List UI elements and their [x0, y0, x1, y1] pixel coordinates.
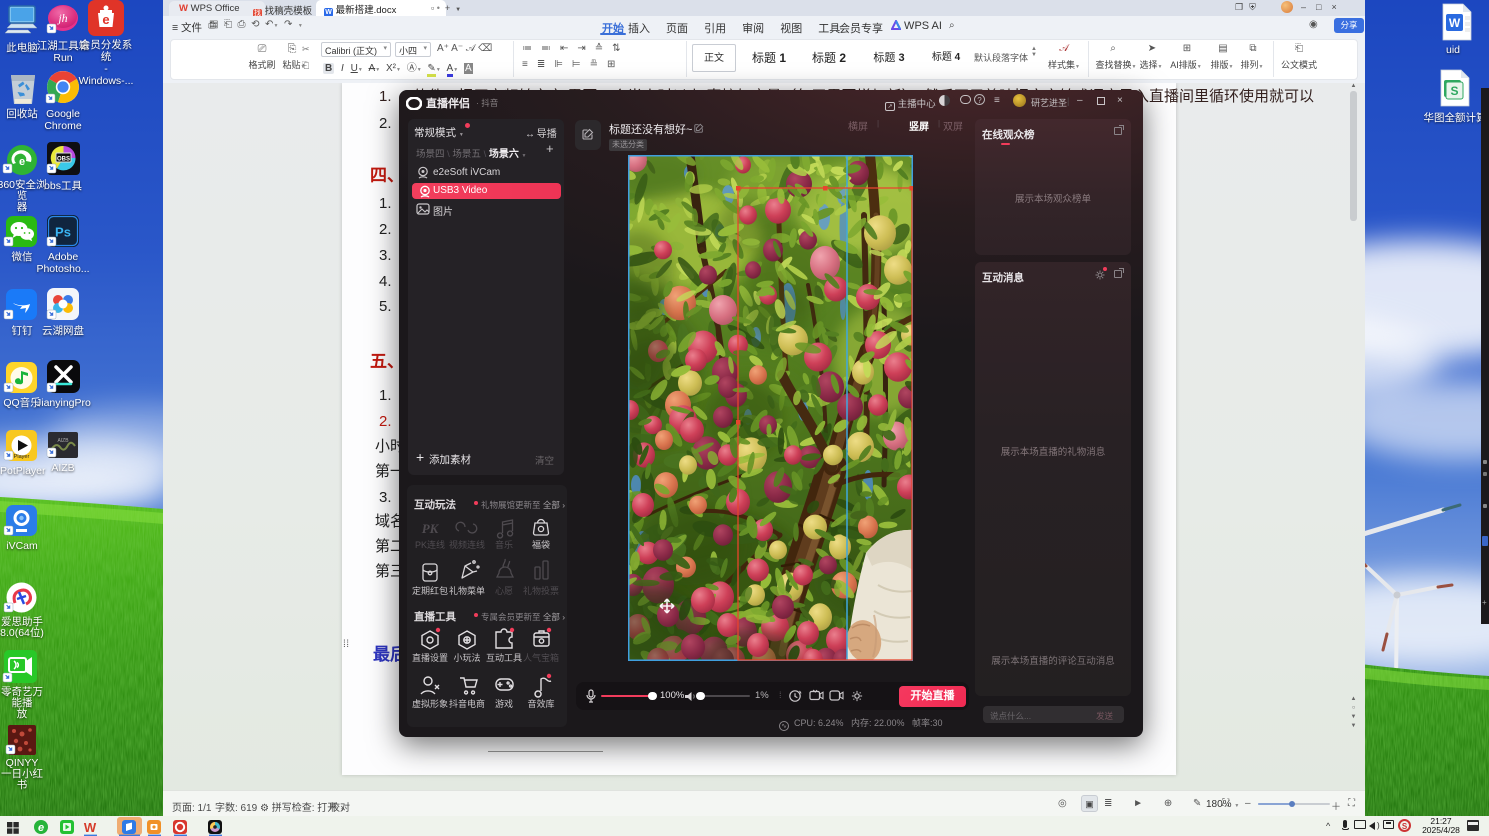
svg-text:小玩法: 小玩法: [453, 652, 480, 663]
svg-text:PK: PK: [422, 521, 440, 536]
svg-text:虚拟形象: 虚拟形象: [412, 698, 448, 709]
svg-text:W: W: [1449, 16, 1461, 30]
svg-text:W: W: [84, 820, 97, 835]
svg-text:Ps: Ps: [55, 225, 71, 240]
svg-text:游戏: 游戏: [495, 698, 513, 709]
svg-text:人气宝箱: 人气宝箱: [523, 652, 559, 663]
svg-text:礼物投票: 礼物投票: [523, 585, 559, 596]
svg-text:福袋: 福袋: [532, 539, 550, 550]
svg-text:e: e: [19, 156, 25, 168]
svg-text:Player: Player: [14, 454, 30, 460]
svg-text:视频连线: 视频连线: [449, 539, 485, 550]
svg-text:PK连线: PK连线: [415, 539, 445, 550]
svg-text:音乐: 音乐: [495, 539, 513, 550]
svg-text:心愿: 心愿: [495, 586, 513, 596]
svg-text:抖音电商: 抖音电商: [449, 698, 485, 709]
svg-text:jh: jh: [56, 11, 67, 25]
svg-text:OBS: OBS: [57, 157, 70, 163]
svg-text:S: S: [1450, 84, 1458, 98]
svg-text:e: e: [102, 12, 109, 27]
svg-text:AIZB: AIZB: [57, 438, 69, 444]
svg-text:互动工具: 互动工具: [486, 653, 522, 663]
svg-text:直播设置: 直播设置: [412, 652, 448, 663]
svg-text:定期红包: 定期红包: [412, 585, 448, 596]
svg-text:礼物菜单: 礼物菜单: [449, 585, 485, 596]
svg-text:e: e: [38, 822, 44, 834]
